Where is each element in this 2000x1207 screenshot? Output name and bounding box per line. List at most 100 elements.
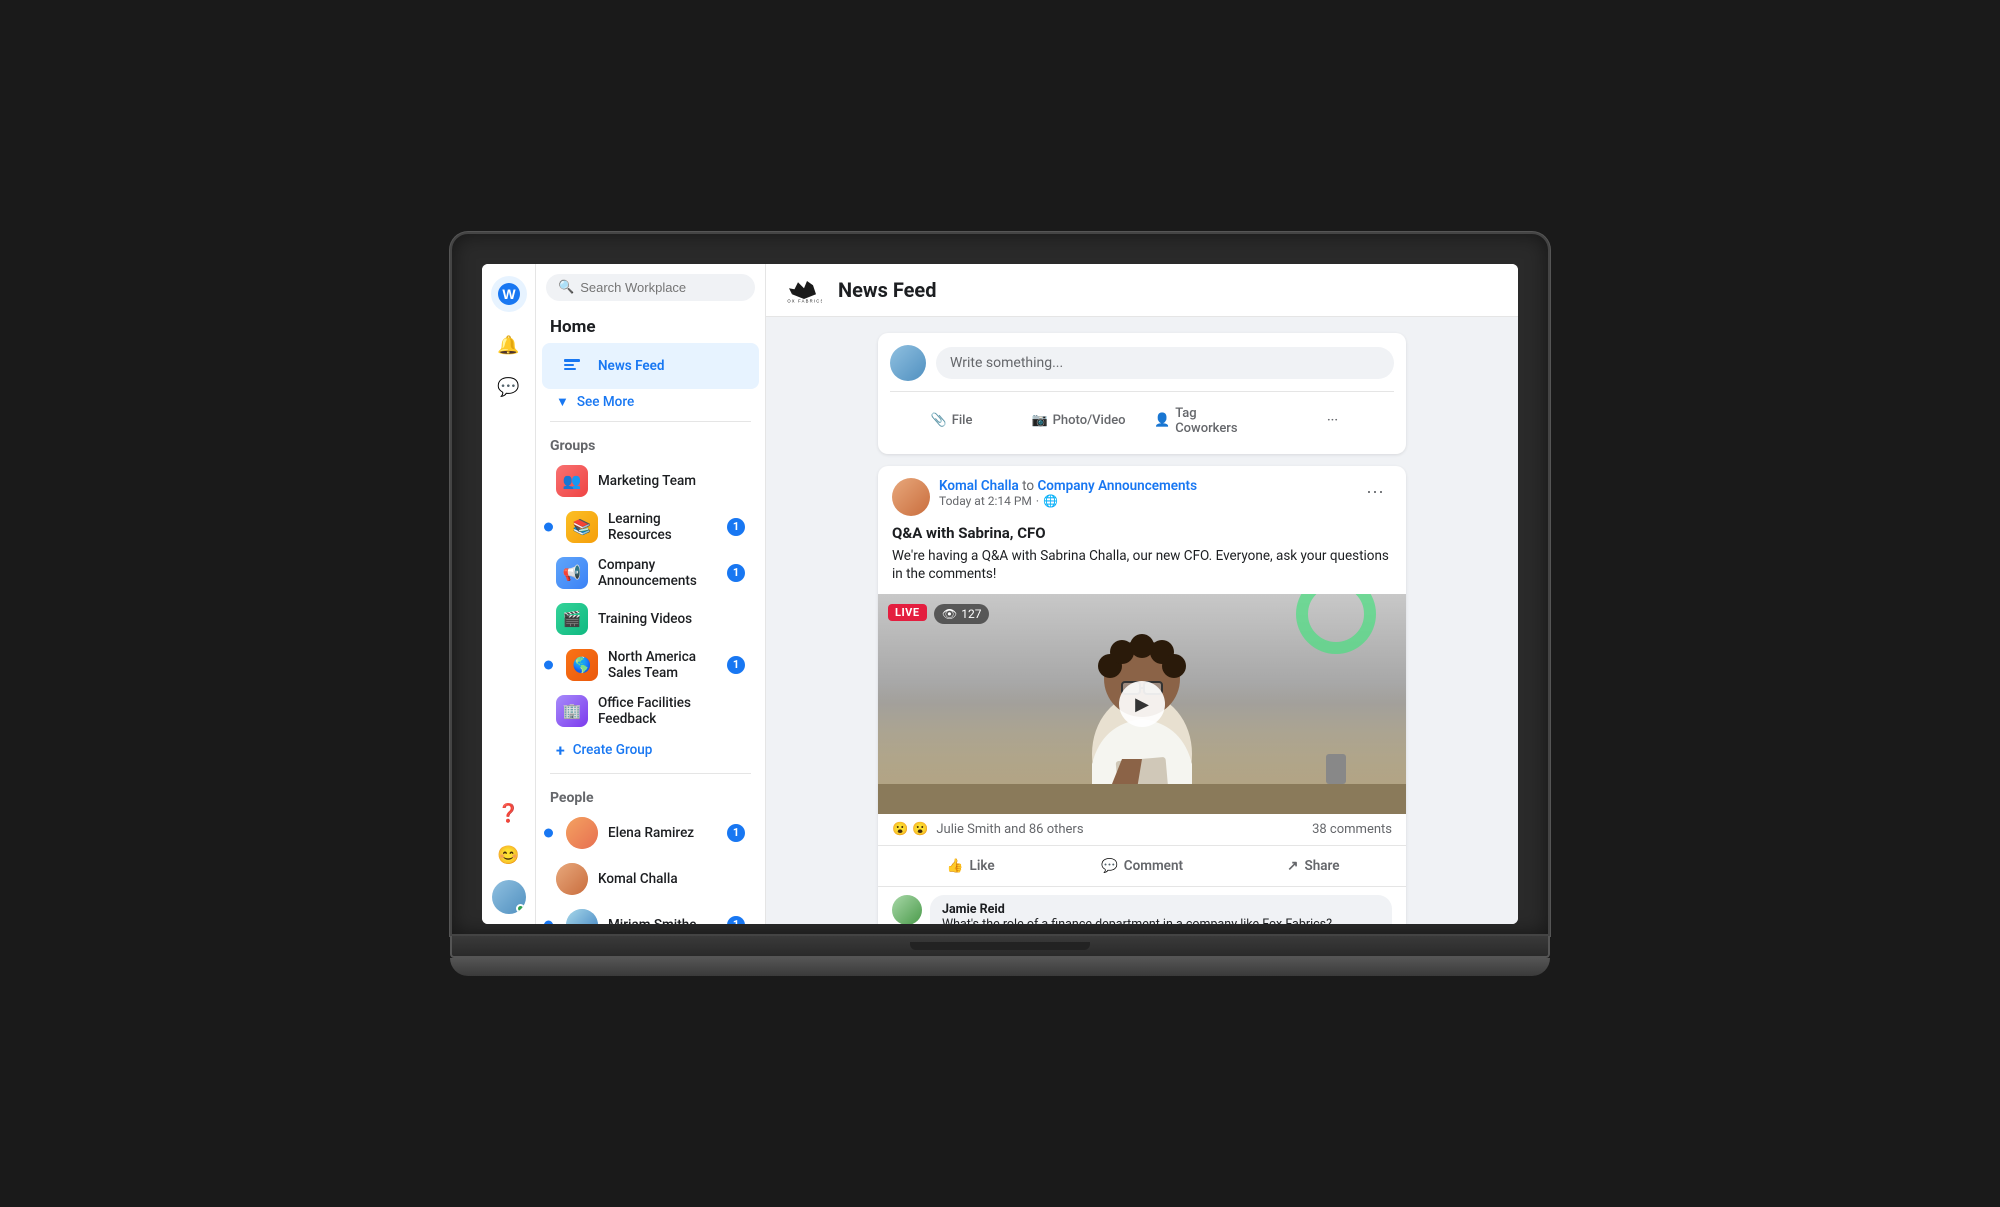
photo-icon: 📷 [1031, 413, 1047, 428]
post1-reactions: 😮 😮 Julie Smith and 86 others 38 comment… [878, 814, 1406, 846]
svg-text:W: W [502, 286, 516, 302]
bell-icon-btn[interactable]: 🔔 [491, 328, 527, 364]
search-input[interactable] [580, 280, 743, 295]
sidebar-item-learning[interactable]: 📚 Learning Resources 1 [542, 504, 759, 550]
chat-icon: 💬 [497, 377, 519, 398]
brand-logo: FOX FABRICS [786, 276, 822, 304]
post1-more-button[interactable]: ··· [1358, 478, 1392, 504]
jamie-avatar[interactable] [892, 895, 922, 923]
online-status-dot [516, 904, 525, 913]
sidebar-item-facilities[interactable]: 🏢 Office Facilities Feedback [542, 688, 759, 734]
reaction-emoji-2: 😮 [912, 822, 928, 837]
search-box[interactable]: 🔍 [546, 274, 755, 301]
create-group-button[interactable]: + Create Group [542, 734, 759, 767]
play-button[interactable]: ▶ [1119, 681, 1165, 727]
privacy-icon: · [1036, 494, 1039, 508]
sidebar-item-newsfeed[interactable]: News Feed [542, 343, 759, 389]
sales-icon: 🌎 [566, 649, 598, 681]
elena-avatar [566, 817, 598, 849]
marketing-label: Marketing Team [598, 473, 745, 489]
share-icon: ↗ [1287, 858, 1298, 874]
newsfeed-label: News Feed [598, 358, 745, 374]
miriam-dot [544, 920, 553, 924]
sales-badge: 1 [727, 656, 745, 674]
groups-section-title: Groups [536, 428, 765, 458]
sidebar-item-elena[interactable]: Elena Ramirez 1 [542, 810, 759, 856]
post-header-1: Komal Challa to Company Announcements To… [878, 466, 1406, 524]
post1-author-link[interactable]: Komal Challa [939, 478, 1019, 494]
sidebar-item-sales[interactable]: 🌎 North America Sales Team 1 [542, 642, 759, 688]
more-icon: ··· [1327, 413, 1338, 428]
elena-dot [544, 828, 553, 837]
share-button[interactable]: ↗ Share [1229, 850, 1398, 882]
bell-icon: 🔔 [497, 335, 519, 356]
post1-text: We're having a Q&A with Sabrina Challa, … [892, 547, 1392, 585]
comment-text-1: What's the role of a finance department … [942, 917, 1380, 923]
help-icon-btn[interactable]: ❓ [491, 796, 527, 832]
sidebar-item-training[interactable]: 🎬 Training Videos [542, 596, 759, 642]
comment-count: 38 comments [1312, 822, 1392, 837]
home-section-title: Home [536, 311, 765, 343]
globe-icon-2: 🌐 [1043, 494, 1058, 508]
like-icon: 👍 [947, 858, 964, 874]
post1-media[interactable]: LIVE 👁 127 ▶ [878, 594, 1406, 814]
reactions-left[interactable]: 😮 😮 Julie Smith and 86 others [892, 822, 1084, 837]
help-icon: ❓ [497, 803, 519, 824]
miriam-label: Miriam Smithe [608, 917, 717, 924]
composer-photo-btn[interactable]: 📷 Photo/Video [1017, 407, 1140, 434]
learning-icon: 📚 [566, 511, 598, 543]
comment-bubble-1: Jamie Reid What's the role of a finance … [930, 895, 1392, 923]
post1-title: Q&A with Sabrina, CFO [892, 524, 1392, 542]
user-avatar[interactable] [492, 880, 526, 914]
comment-button[interactable]: 💬 Comment [1057, 850, 1226, 882]
feed-container: Write something... 📎 File 📷 Photo/Video [862, 317, 1422, 924]
elena-badge: 1 [727, 824, 745, 842]
sidebar-item-marketing[interactable]: 👥 Marketing Team [542, 458, 759, 504]
comment-item-1: Jamie Reid What's the role of a finance … [892, 895, 1392, 923]
live-badge: LIVE [888, 604, 927, 621]
composer-card: Write something... 📎 File 📷 Photo/Video [878, 333, 1406, 454]
komal-avatar [556, 863, 588, 895]
divider [550, 421, 751, 422]
comment-icon: 💬 [1101, 858, 1118, 874]
icon-bar: W 🔔 💬 ❓ 😊 [482, 264, 536, 924]
people-section-title: People [536, 780, 765, 810]
training-label: Training Videos [598, 611, 745, 627]
svg-text:FOX FABRICS: FOX FABRICS [786, 298, 822, 303]
post1-actions: 👍 Like 💬 Comment ↗ Share [878, 846, 1406, 887]
workplace-logo-btn[interactable]: W [491, 276, 527, 312]
facilities-label: Office Facilities Feedback [598, 695, 745, 727]
learning-label: Learning Resources [608, 511, 717, 543]
search-icon: 🔍 [558, 280, 574, 295]
facilities-icon: 🏢 [556, 695, 588, 727]
composer-input[interactable]: Write something... [936, 347, 1394, 379]
sales-label: North America Sales Team [608, 649, 717, 681]
page-title: News Feed [838, 278, 936, 302]
sidebar-item-miriam[interactable]: Miriam Smithe 1 [542, 902, 759, 924]
komal-label: Komal Challa [598, 871, 745, 887]
announcements-label: Company Announcements [598, 557, 717, 589]
post1-destination-link[interactable]: Company Announcements [1037, 478, 1197, 494]
miriam-avatar [566, 909, 598, 924]
marketing-icon: 👥 [556, 465, 588, 497]
like-button[interactable]: 👍 Like [886, 850, 1055, 882]
composer-more-btn[interactable]: ··· [1271, 407, 1394, 434]
miriam-badge: 1 [727, 916, 745, 924]
sidebar-item-seemore[interactable]: ▼ See More [542, 389, 759, 415]
composer-file-btn[interactable]: 📎 File [890, 407, 1013, 434]
plus-icon: + [556, 741, 565, 760]
sidebar-item-komal[interactable]: Komal Challa [542, 856, 759, 902]
post1-time: Today at 2:14 PM · 🌐 [939, 494, 1197, 508]
sidebar-item-announcements[interactable]: 📢 Company Announcements 1 [542, 550, 759, 596]
post-card-1: Komal Challa to Company Announcements To… [878, 466, 1406, 924]
learning-badge: 1 [727, 518, 745, 536]
post1-author-avatar[interactable] [892, 478, 930, 516]
post1-author: Komal Challa to Company Announcements [939, 478, 1197, 494]
composer-tag-btn[interactable]: 👤 Tag Coworkers [1144, 400, 1267, 442]
post1-meta: Komal Challa to Company Announcements To… [939, 478, 1197, 508]
emoji-icon-btn[interactable]: 😊 [491, 838, 527, 874]
file-icon: 📎 [931, 413, 947, 428]
chat-icon-btn[interactable]: 💬 [491, 370, 527, 406]
tag-icon: 👤 [1154, 413, 1170, 428]
training-icon: 🎬 [556, 603, 588, 635]
